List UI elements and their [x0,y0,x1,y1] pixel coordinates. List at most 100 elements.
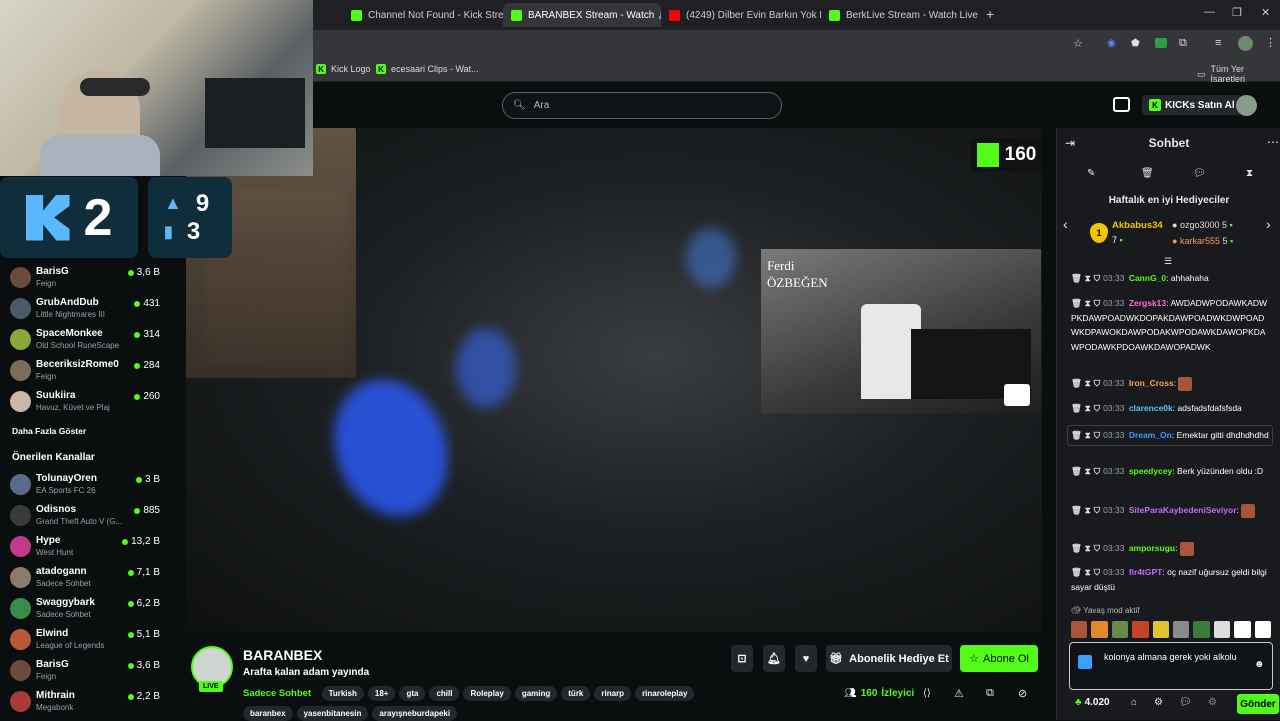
emote-icon[interactable] [1152,621,1170,638]
share-icon[interactable]: ⟨⟩ [923,688,931,699]
gift-sub-button[interactable]: 🎁︎ Abonelik Hediye Et [826,645,952,672]
minimize-icon[interactable]: — [1204,6,1215,18]
message-username[interactable]: Iron_Cross [1129,378,1174,388]
tag[interactable]: Turkish [321,686,364,701]
buy-kicks-button[interactable]: K KICKs Satın Al [1142,95,1242,115]
video-player[interactable]: 160 Ferdi ÖZBEĞEN [186,128,1042,632]
timer-icon[interactable]: ⧗ [1085,567,1091,577]
browser-tab-4[interactable]: BerkLive Stream - Watch Live o ✕ [821,3,981,27]
maximize-icon[interactable]: ❐ [1232,6,1242,19]
theater-mode-button[interactable]: ⊡ [731,645,753,672]
tag[interactable]: Roleplay [463,686,511,701]
emote-icon[interactable] [1071,621,1088,638]
sidebar-channel-beceriksizrome0[interactable]: BeceriksizRome0 Feign 284 [10,357,160,385]
extension-green-icon[interactable] [1155,38,1167,48]
timer-icon[interactable]: ⧗ [1085,378,1091,388]
gear-icon[interactable]: ⚙ [1208,697,1217,708]
chat-message[interactable]: 🗑︎ ⧗ ⛉ 03:33 amporsugu: [1071,541,1271,556]
shield-icon[interactable]: ⛉ [1094,378,1100,388]
message-username[interactable]: SiteParaKaybedeniSeviyor [1129,505,1237,515]
tag[interactable]: rinarp [594,686,632,701]
media-icon[interactable]: ≡ [1215,37,1221,49]
timer-icon[interactable]: ⧗ [1085,273,1091,283]
tag[interactable]: chill [429,686,460,701]
message-username[interactable]: Dream_On [1129,430,1172,440]
timer-icon[interactable]: ⧗ [1246,168,1253,179]
sidebar-channel-grubanddub[interactable]: GrubAndDub Little Nightmares III 431 [10,295,160,323]
message-username[interactable]: Zergsk13 [1129,298,1166,308]
sidebar-channel-swaggybark[interactable]: Swaggybark Sadece Sohbet 6,2 B [10,595,160,623]
emote-icon[interactable] [1091,621,1108,638]
trash-icon[interactable]: 🗑︎ [1071,298,1082,308]
tag[interactable]: gaming [514,686,558,701]
filter-icon[interactable]: ☰ [1164,256,1172,267]
chat-message[interactable]: 🗑︎ ⧗ ⛉ 03:33 SiteParaKaybedeniSeviyor: [1071,503,1271,518]
store-icon[interactable]: ⌂ [1131,697,1137,708]
new-tab-icon[interactable]: + [986,6,994,22]
sidebar-channel-hype[interactable]: Hype West Hunt 13,2 B [10,533,160,561]
tag[interactable]: türk [561,686,591,701]
search-input[interactable]: 🔍︎ Ara [502,92,782,119]
shield-icon[interactable]: ⛉ [1094,505,1100,515]
tag[interactable]: baranbex [243,706,293,721]
browser-tab-3[interactable]: (4249) Dilber Evin Barkın Yok M ✕ [661,3,821,27]
message-icon[interactable]: 💬︎ [1193,168,1206,179]
bell-icon[interactable]: 🔔︎ [763,645,785,672]
timer-icon[interactable]: ⧗ [1085,430,1091,440]
chevron-left-icon[interactable]: ‹ [1063,216,1068,232]
tag[interactable]: gta [399,686,426,701]
subscribe-button[interactable]: ☆ Abone Ol [960,645,1038,672]
kicks-balance[interactable]: ♣ 4.020 [1075,697,1110,708]
sidebar-channel-mithrain[interactable]: Mithrain Megabonk 2,2 B [10,688,160,716]
chevron-right-icon[interactable]: › [1266,216,1271,232]
window-close-icon[interactable]: ✕ [1261,6,1270,19]
kick-logo-icon[interactable] [1113,97,1130,112]
shield-icon[interactable]: ⛉ [1094,543,1100,553]
sidebar-channel-odisnos[interactable]: Odisnos Grand Theft Auto V (G... 885 [10,502,160,530]
sidebar-channel-barisg[interactable]: BarisG Feign 3,6 B [10,657,160,685]
message-username[interactable]: CannG_0 [1129,273,1166,283]
trash-icon[interactable]: 🗑︎ [1071,403,1082,413]
emote-icon[interactable] [1132,621,1149,638]
shield-icon[interactable]: ⬟ [1131,38,1140,49]
message-username[interactable]: fir4tGPT [1129,567,1163,577]
user-avatar[interactable] [1236,95,1257,116]
gifter-1[interactable]: Akbabus34 [1112,220,1163,231]
tag[interactable]: arayışneburdapeki [372,706,458,721]
trash-icon[interactable]: 🗑︎ [1141,168,1154,179]
sidebar-channel-tolunayoren[interactable]: TolunayOren EA Sports FC 26 3 B [10,471,160,499]
chat-message[interactable]: 🗑︎ ⧗ ⛉ 03:33 Dream_On: Emektar gitti dhdhdh… [1067,425,1273,446]
chat-message[interactable]: 🗑︎ ⧗ ⛉ 03:33 fir4tGPT: oç nazif uğursuz gel… [1071,565,1271,594]
chat-input-text[interactable]: kolonya almana gerek yoki alkolu [1104,651,1244,664]
sidebar-channel-suukiira[interactable]: Suukiira Havuz, Küvet ve Plaj 260 [10,388,160,416]
send-button[interactable]: Gönder [1237,694,1279,714]
trash-icon[interactable]: 🗑︎ [1071,567,1082,577]
show-more-link[interactable]: Daha Fazla Göster [12,426,86,436]
emote-icon[interactable] [1234,621,1251,638]
pin-icon[interactable]: ✎ [1087,168,1095,179]
emote-icon[interactable] [1173,621,1190,638]
gifter-2[interactable]: ● ozgo3000 5 ▪ [1172,220,1233,230]
sidebar-channel-barisg[interactable]: BarisG Feign 3,6 B [10,264,160,292]
bookmark-ecesaari[interactable]: Kecesaari Clips - Wat... [376,64,479,74]
timer-icon[interactable]: ⧗ [1085,505,1091,515]
shield-icon[interactable]: ⛉ [1094,298,1100,308]
tag[interactable]: rinaroleplay [635,686,695,701]
tag[interactable]: yasenbitanesin [296,706,369,721]
trash-icon[interactable]: 🗑︎ [1071,466,1082,476]
sidebar-channel-atadogann[interactable]: atadogann Sadece Sohbet 7,1 B [10,564,160,592]
chat-message[interactable]: 🗑︎ ⧗ ⛉ 03:33 clarence0k: adsfadsfdafsfsda [1071,401,1271,416]
browser-tab-1[interactable]: Channel Not Found - Kick Strea ✕ [343,3,503,27]
emoji-icon[interactable]: ☻ [1254,659,1265,670]
timer-icon[interactable]: ⧗ [1085,403,1091,413]
clip-icon[interactable]: ⧉ [986,687,994,700]
emote-icon[interactable] [1193,621,1210,638]
message-username[interactable]: speedycey [1129,466,1172,476]
puzzle-icon[interactable]: ⧉ [1179,37,1187,50]
chat-message[interactable]: 🗑︎ ⧗ ⛉ 03:33 Zergsk13: AWDADWPODAWKADWPKDAW… [1071,296,1271,354]
chat-menu-icon[interactable]: ⋯ [1267,135,1279,149]
settings-icon[interactable]: ⚙ [1154,697,1163,708]
timer-icon[interactable]: ⧗ [1085,298,1091,308]
timer-icon[interactable]: ⧗ [1085,466,1091,476]
shield-icon[interactable]: ⛉ [1094,273,1100,283]
